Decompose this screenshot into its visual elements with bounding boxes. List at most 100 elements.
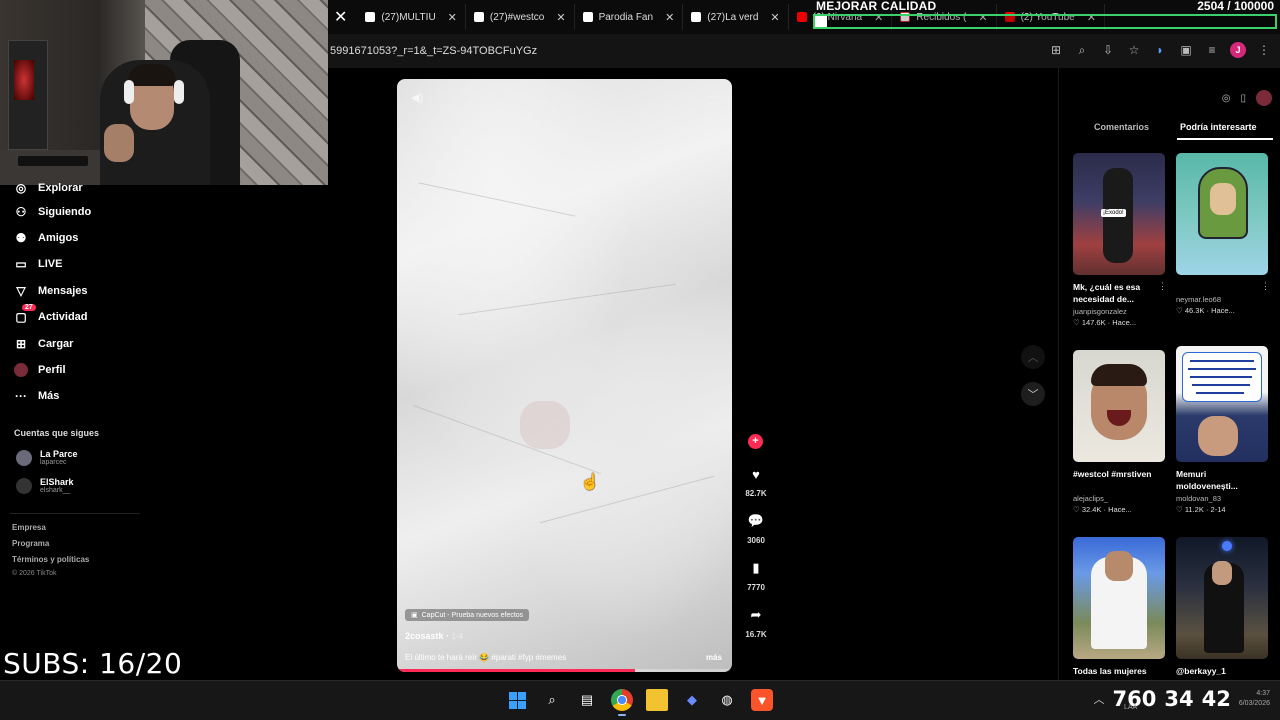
tiktok-icon bbox=[582, 12, 593, 22]
browser-tab[interactable]: (27)#westco ✕ bbox=[466, 4, 575, 30]
follow-plus-button[interactable]: + bbox=[748, 434, 763, 449]
app-diamond-icon[interactable]: ◆ bbox=[681, 689, 703, 711]
activity-icon: ▢ 27 bbox=[14, 304, 36, 324]
video-card[interactable]: @berkayy_1 bbox=[1176, 537, 1268, 677]
tiktok-icon bbox=[691, 12, 702, 22]
sidebar-item-actividad[interactable]: ▢ 27 Actividad bbox=[14, 304, 88, 324]
user-avatar[interactable] bbox=[1256, 90, 1272, 106]
circle-icon[interactable]: ◎ bbox=[1222, 93, 1231, 104]
bookmark-star-icon[interactable]: ☆ bbox=[1126, 43, 1142, 57]
language-indicator[interactable]: LAA bbox=[1124, 704, 1137, 711]
copyright: © 2026 TikTok bbox=[12, 570, 57, 577]
volume-icon[interactable]: ◀) bbox=[411, 91, 423, 104]
paper-crease bbox=[412, 404, 602, 475]
video-author[interactable]: 2cosastk · 1-4 bbox=[405, 631, 463, 641]
brave-icon[interactable]: ▼ bbox=[751, 689, 773, 711]
sidebar-item-live[interactable]: ▭ LIVE bbox=[14, 257, 62, 271]
sidebar-item-mensajes[interactable]: ▽ Mensajes bbox=[14, 284, 87, 298]
sidebar-item-siguiendo[interactable]: ⚇ Siguiendo bbox=[14, 205, 92, 219]
footer-link[interactable]: Términos y políticas bbox=[12, 555, 89, 564]
video-caption: El último te hará reír 😂 #parati #fyp #m… bbox=[405, 653, 567, 662]
followed-account[interactable]: ElShark elshark__ bbox=[16, 477, 74, 494]
install-icon[interactable]: ⇩ bbox=[1100, 43, 1116, 57]
file-explorer-icon[interactable] bbox=[646, 689, 668, 711]
share-icon: ➦ bbox=[750, 607, 762, 622]
close-tab-icon[interactable]: ✕ bbox=[448, 11, 457, 24]
video-card[interactable]: ¡Exodo! Mk, ¿cuál es esa necesidad de...… bbox=[1073, 153, 1167, 327]
share-action[interactable]: ➦ 16.7K bbox=[740, 603, 772, 639]
card-title: @berkayy_1 bbox=[1176, 666, 1226, 676]
url-field[interactable]: 5991671053?_r=1&_t=ZS-94TOBCFuYGz bbox=[330, 45, 537, 57]
more-link[interactable]: más bbox=[706, 653, 722, 662]
card-user: moldovan_83 bbox=[1176, 494, 1222, 503]
sidebar-item-explorar[interactable]: ◎ Explorar bbox=[14, 181, 83, 195]
card-title: Mk, ¿cuál es esa necesidad de... bbox=[1073, 282, 1141, 304]
next-video-button[interactable]: ﹀ bbox=[1021, 382, 1045, 406]
close-tab-icon[interactable]: ✕ bbox=[665, 11, 674, 24]
chrome-icon[interactable] bbox=[611, 689, 633, 716]
video-thumbnail bbox=[1176, 153, 1268, 275]
obs-icon[interactable]: ◍ bbox=[716, 689, 738, 711]
media-icon[interactable]: ≡ bbox=[1204, 43, 1220, 57]
like-action[interactable]: ♥ 82.7K bbox=[740, 462, 772, 499]
light bbox=[1222, 541, 1232, 551]
following-icon: ⚇ bbox=[15, 205, 27, 219]
effect-chip[interactable]: ▣ CapCut - Prueba nuevos efectos bbox=[405, 609, 530, 621]
zoom-icon[interactable]: ⌕ bbox=[1074, 43, 1090, 58]
tab-label: (27)MULTIU bbox=[381, 11, 436, 23]
following-header: Cuentas que sigues bbox=[14, 428, 100, 438]
browser-tab[interactable]: (27)MULTIU ✕ bbox=[357, 4, 466, 30]
translate-icon[interactable]: ⊞ bbox=[1048, 43, 1064, 57]
task-view-icon[interactable]: ▤ bbox=[576, 689, 598, 711]
browser-tab[interactable]: Parodia Fan ✕ bbox=[575, 4, 684, 30]
card-stats: ♡ 147.6K · Hace... bbox=[1073, 318, 1137, 327]
close-tab-icon[interactable]: ✕ bbox=[556, 11, 565, 24]
video-card[interactable]: #westcol #mrstiven alejaclips_ ♡ 32.4K ·… bbox=[1073, 350, 1165, 514]
clock-date: 6/03/2026 bbox=[1238, 700, 1270, 707]
video-player[interactable]: ◀) ··· ▣ CapCut - Prueba nuevos efectos 2… bbox=[397, 79, 732, 672]
kebab-icon[interactable]: ⋮ bbox=[1158, 281, 1167, 292]
card-title: Todas las mujeres bbox=[1073, 666, 1147, 676]
browser-tab[interactable]: (27)La verd ✕ bbox=[683, 4, 789, 30]
webcam-overlay bbox=[0, 0, 328, 185]
profile-avatar[interactable]: J bbox=[1230, 42, 1246, 58]
phone-icon[interactable]: ▯ bbox=[1240, 93, 1246, 104]
save-action[interactable]: ▮ 7770 bbox=[740, 556, 772, 592]
bookmark-icon: ▮ bbox=[752, 560, 760, 575]
account-name: La Parce bbox=[40, 449, 78, 459]
comment-action[interactable]: 💬 3060 bbox=[740, 509, 772, 545]
clock[interactable]: 4:37 6/03/2026 bbox=[1239, 689, 1270, 709]
close-tab-icon[interactable]: ✕ bbox=[770, 11, 779, 24]
tab-comentarios[interactable]: Comentarios bbox=[1094, 122, 1149, 132]
more-options-icon[interactable]: ··· bbox=[706, 89, 718, 103]
video-card[interactable]: ⋮ neymar.leo68 ♡ 46.3K · Hace... bbox=[1176, 153, 1270, 315]
footer-link[interactable]: Programa bbox=[12, 539, 49, 548]
account-handle: laparcec bbox=[40, 459, 67, 466]
search-icon[interactable]: ⌕ bbox=[541, 689, 563, 711]
extension-icon[interactable]: ◗ bbox=[1152, 43, 1168, 57]
goal-title: MEJORAR CALIDAD bbox=[816, 0, 937, 13]
card-age: 2-14 bbox=[1210, 505, 1226, 514]
video-progress[interactable] bbox=[397, 669, 732, 672]
avatar bbox=[16, 477, 32, 494]
previous-video-button[interactable]: ︿ bbox=[1021, 345, 1045, 369]
menu-dots-icon[interactable]: ⋮ bbox=[1256, 43, 1272, 57]
card-title bbox=[1176, 281, 1268, 293]
close-tab-icon[interactable]: ✕ bbox=[334, 7, 347, 27]
sidebar-item-mas[interactable]: ··· Más bbox=[14, 389, 59, 403]
heart-icon: ♥ bbox=[752, 466, 760, 482]
sidebar-item-perfil[interactable]: Perfil bbox=[14, 363, 66, 377]
followed-account[interactable]: La Parce laparcec bbox=[16, 449, 78, 466]
puzzle-icon[interactable]: ▣ bbox=[1178, 43, 1194, 57]
footer-link[interactable]: Empresa bbox=[12, 523, 46, 532]
sidebar-item-amigos[interactable]: ⚉ Amigos bbox=[14, 231, 79, 245]
sidebar-item-cargar[interactable]: ⊞ Cargar bbox=[14, 337, 74, 351]
video-card[interactable]: Todas las mujeres bbox=[1073, 537, 1165, 677]
chevron-up-icon[interactable]: ︿ bbox=[1094, 691, 1105, 707]
kebab-icon[interactable]: ⋮ bbox=[1261, 281, 1270, 292]
tab-podria-interesarte[interactable]: Podría interesarte bbox=[1180, 122, 1257, 132]
card-stats: ♡ 32.4K · Hace... bbox=[1073, 505, 1132, 514]
paper-crease bbox=[418, 182, 576, 217]
windows-start-icon[interactable] bbox=[506, 689, 528, 711]
video-card[interactable]: Memuri moldovenești... moldovan_83 ♡ 11.… bbox=[1176, 346, 1268, 514]
